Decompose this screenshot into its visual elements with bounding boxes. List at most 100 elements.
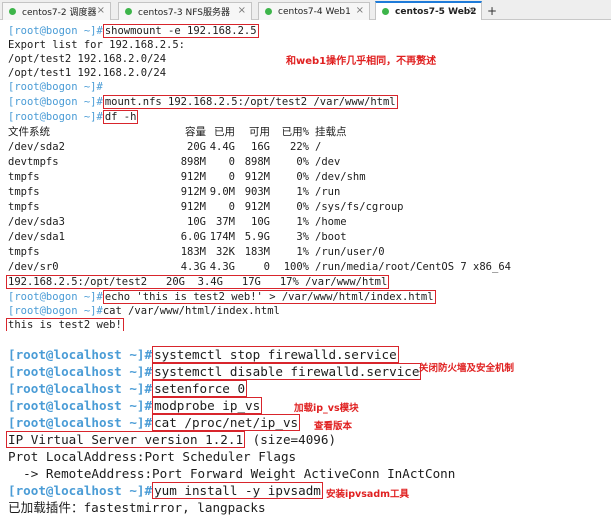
status-dot-icon [382, 8, 389, 15]
df-header: 已用 [214, 126, 235, 138]
annotation-note: 安装ipvsadm工具 [326, 489, 410, 500]
command-cat-ipvs: cat /proc/net/ip_vs [152, 414, 301, 431]
divider [0, 331, 611, 339]
terminal-output: Export list for 192.168.2.5: [8, 39, 186, 51]
terminal-line: [root@bogon ~]# mount.nfs 192.168.2.5:/op… [8, 95, 398, 109]
df-cell: /run/media/root/CentOS 7 x86_64 [315, 261, 511, 273]
terminal-output: IP Virtual Server version 1.2.1 (size=40… [6, 431, 336, 448]
df-cell: 22% [290, 141, 309, 153]
close-icon[interactable]: × [97, 5, 105, 16]
shell-prompt: [root@localhost ~]# [8, 364, 153, 379]
terminal-line: [root@localhost ~]# cat /proc/net/ip_vs [8, 414, 301, 431]
shell-prompt: [root@bogon ~]# [8, 305, 103, 317]
df-cell: 912M [180, 171, 206, 183]
df-cell: 10G [187, 216, 206, 228]
df-cell: 1% [296, 216, 309, 228]
df-cell: /dev/sda1 [8, 231, 65, 243]
df-cell: devtmpfs [8, 156, 59, 168]
terminal-output: Prot LocalAddress:Port Scheduler Flags [8, 449, 297, 464]
df-cell: /sys/fs/cgroup [315, 201, 404, 213]
df-cell: tmpfs [8, 171, 40, 183]
df-cell: 1% [296, 246, 309, 258]
df-cell: /dev/sda3 [8, 216, 65, 228]
df-cell: 912M [244, 171, 270, 183]
command-modprobe: modprobe ip_vs [152, 397, 263, 414]
tab-label: centos7-3 NFS服务器 [138, 8, 230, 18]
tab-centos7-2[interactable]: centos7-2 调度器 × [2, 2, 111, 20]
tab-centos7-3[interactable]: centos7-3 NFS服务器 × [118, 2, 252, 20]
command-cat: cat /var/www/html/index.html [102, 305, 280, 317]
df-cell: tmpfs [8, 186, 40, 198]
terminal-line: [root@localhost ~]# yum install -y ipvsad… [8, 482, 323, 499]
terminal-line: [root@localhost ~]# systemctl stop firewa… [8, 346, 399, 363]
df-cell: tmpfs [8, 246, 40, 258]
terminal-line: [root@localhost ~]# setenforce 0 [8, 380, 248, 397]
df-cell: 100% [283, 261, 309, 273]
df-header: 已用% [281, 126, 309, 138]
df-cell: 6.0G [180, 231, 206, 243]
df-header: 挂载点 [315, 126, 347, 138]
df-cell: 16G [251, 141, 270, 153]
annotation-note: 关闭防火墙及安全机制 [419, 363, 515, 374]
df-cell: /home [315, 216, 347, 228]
tab-label: centos7-4 Web1 [278, 6, 351, 17]
terminal-line: [root@localhost ~]# systemctl disable fir… [8, 363, 422, 380]
shell-prompt: [root@localhost ~]# [8, 415, 153, 430]
terminal-line: [root@bogon ~]# echo 'this is test2 web!'… [8, 290, 436, 304]
add-tab-button[interactable]: + [485, 4, 499, 18]
command-mount: mount.nfs 192.168.2.5:/opt/test2 /var/ww… [102, 95, 398, 109]
df-cell: 0% [296, 201, 309, 213]
terminal-output: /opt/test1 192.168.2.0/24 [8, 67, 167, 79]
terminal-output: /opt/test2 192.168.2.0/24 [8, 53, 167, 65]
df-cell: 9.0M [209, 186, 235, 198]
df-cell: 898M [180, 156, 206, 168]
df-header: 可用 [249, 126, 270, 138]
ipvs-size: (size=4096) [245, 432, 337, 447]
terminal-line: [root@bogon ~]#cat /var/www/html/index.h… [8, 304, 280, 318]
status-dot-icon [265, 8, 272, 15]
shell-prompt: [root@bogon ~]# [8, 291, 103, 303]
terminal-line: [root@bogon ~]# showmount -e 192.168.2.5 [8, 24, 259, 38]
terminal-output: this is test2 web! [6, 318, 124, 332]
df-cell: 0 [228, 171, 235, 183]
terminal-output: -> RemoteAddress:Port Forward Weight Act… [8, 466, 456, 481]
tab-bar: centos7-2 调度器 × centos7-3 NFS服务器 × cento… [0, 0, 611, 20]
df-cell: 1% [296, 186, 309, 198]
nfs-mount-row: 192.168.2.5:/opt/test2 20G 3.4G 17G 17% … [6, 275, 390, 289]
df-cell: /run/user/0 [315, 246, 385, 258]
terminal-line: [root@bogon ~]# [8, 80, 103, 94]
close-icon[interactable]: × [238, 5, 246, 16]
df-cell: / [315, 141, 322, 153]
command-showmount: showmount -e 192.168.2.5 [102, 24, 259, 38]
command-stop-firewall: systemctl stop firewalld.service [152, 346, 399, 363]
terminal-localhost[interactable]: [root@localhost ~]# systemctl stop firewa… [0, 339, 611, 521]
shell-prompt: [root@localhost ~]# [8, 398, 153, 413]
status-dot-icon [9, 8, 16, 15]
command-disable-firewall: systemctl disable firewalld.service [152, 363, 422, 380]
df-cell: 20G [187, 141, 206, 153]
df-cell: 32K [216, 246, 235, 258]
close-icon[interactable]: × [356, 5, 364, 16]
shell-prompt: [root@localhost ~]# [8, 347, 153, 362]
annotation-note: 查看版本 [314, 421, 353, 432]
df-cell: 4.3G [209, 261, 235, 273]
df-cell: 0% [296, 156, 309, 168]
tab-centos7-5[interactable]: centos7-5 Web2 × [375, 1, 482, 20]
tab-centos7-4[interactable]: centos7-4 Web1 × [258, 2, 370, 20]
close-icon[interactable]: × [468, 5, 476, 16]
df-cell: 37M [216, 216, 235, 228]
df-cell: 0% [296, 171, 309, 183]
shell-prompt: [root@localhost ~]# [8, 483, 153, 498]
df-cell: /boot [315, 231, 347, 243]
cat-output: this is test2 web! [6, 318, 124, 332]
terminal-web2[interactable]: [root@bogon ~]# showmount -e 192.168.2.5 … [0, 21, 611, 332]
df-cell: 0 [263, 261, 270, 273]
df-cell: 4.3G [180, 261, 206, 273]
df-cell: /dev/sda2 [8, 141, 65, 153]
annotation-note: 加载ip_vs模块 [294, 403, 359, 414]
terminal-output: 已加载插件：fastestmirror, langpacks [8, 500, 266, 515]
df-cell: /dev/shm [315, 171, 366, 183]
df-cell: 0 [228, 156, 235, 168]
command-yum-install: yum install -y ipvsadm [152, 482, 323, 499]
df-cell: 912M [180, 186, 206, 198]
